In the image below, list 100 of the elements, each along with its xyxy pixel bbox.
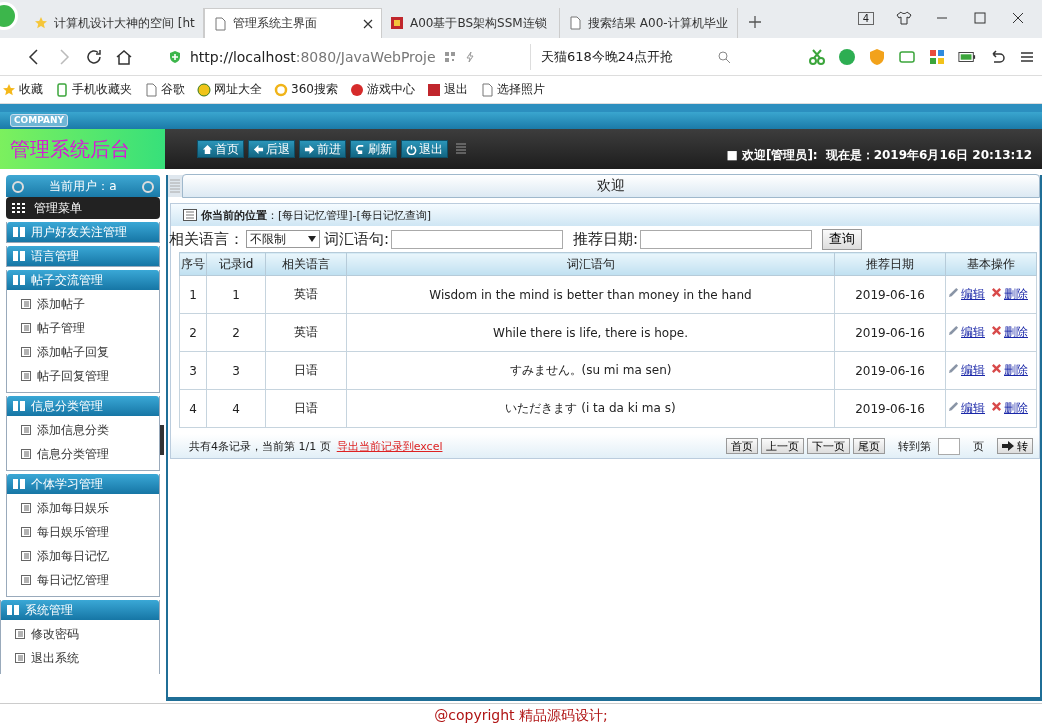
table-cell: 4	[179, 389, 207, 428]
column-header: 记录id	[206, 252, 266, 276]
menu-item[interactable]: 添加每日娱乐	[7, 496, 159, 520]
breadcrumb: 你当前的位置：[每日记忆管理]-[每日记忆查询]	[201, 207, 432, 223]
record-summary: 共有4条记录，当前第 1/1 页	[189, 438, 331, 454]
caret-icon	[308, 236, 316, 242]
bookmark-link[interactable]: 网址大全	[197, 81, 262, 98]
scissors-icon[interactable]	[808, 47, 826, 66]
table-cell: 日语	[265, 389, 347, 428]
nav-button[interactable]: 前进	[299, 140, 346, 158]
table-cell: 英语	[265, 313, 347, 352]
shield-icon	[168, 49, 182, 64]
bookmark-link[interactable]: 手机收藏夹	[55, 81, 132, 98]
action-link[interactable]: 删除	[1004, 287, 1028, 301]
page-input[interactable]	[938, 437, 960, 455]
star-icon	[34, 16, 48, 30]
close-icon[interactable]	[1010, 10, 1026, 26]
lightning-icon[interactable]	[463, 50, 476, 63]
search-field[interactable]: 天猫618今晚24点开抢	[530, 43, 731, 70]
close-icon[interactable]	[363, 18, 373, 29]
bookmark-link[interactable]: 谷歌	[144, 81, 185, 98]
page-unit: 页	[973, 438, 984, 454]
table-cell: 4	[206, 389, 266, 428]
date-input[interactable]	[640, 229, 813, 249]
tab-count[interactable]: 4	[857, 11, 874, 25]
browser-tab[interactable]: 管理系统主界面	[204, 8, 382, 38]
page-icon	[568, 16, 582, 30]
bookmark-link[interactable]: 游戏中心	[349, 81, 415, 98]
menu-group-header[interactable]: 信息分类管理	[7, 396, 159, 416]
table-cell: いただきます (i ta da ki ma s)	[346, 389, 835, 428]
menu-item[interactable]: 添加帖子回复	[7, 340, 159, 364]
company-badge: COMPANY	[10, 114, 68, 127]
system-title: 管理系统后台	[0, 129, 165, 169]
collapse-handle[interactable]	[160, 425, 164, 455]
menu-item[interactable]: 添加信息分类	[7, 418, 159, 442]
menu-group-header[interactable]: 个体学习管理	[7, 474, 159, 494]
menu-item[interactable]: 帖子管理	[7, 316, 159, 340]
action-link[interactable]: 删除	[1004, 401, 1028, 415]
table-cell: 1	[206, 275, 266, 314]
export-link[interactable]: 导出当前记录到excel	[336, 438, 443, 454]
action-link[interactable]: 删除	[1004, 325, 1028, 339]
page-button[interactable]: 下一页	[807, 438, 850, 454]
search-button[interactable]: 查询	[822, 228, 863, 250]
address-field[interactable]: http://localhost:8080/JavaWebProje	[160, 42, 520, 71]
table-cell: 2019-06-16	[834, 313, 946, 352]
bookmark-link[interactable]: 收藏	[2, 81, 43, 98]
nav-button[interactable]: 后退	[248, 140, 295, 158]
column-header: 词汇语句	[346, 252, 835, 276]
document-icon	[21, 347, 31, 357]
table-cell: すみません。(su mi ma sen)	[346, 351, 835, 390]
menu-group-header[interactable]: 系统管理	[1, 600, 159, 620]
menu-item[interactable]: 修改密码	[1, 622, 159, 646]
maximize-icon[interactable]	[972, 10, 988, 26]
action-link[interactable]: 删除	[1004, 363, 1028, 377]
page-button[interactable]: 尾页	[853, 438, 885, 454]
right-arrow-icon	[1002, 441, 1014, 451]
language-select[interactable]: 不限制	[246, 230, 320, 248]
shirt-icon[interactable]	[896, 10, 912, 26]
shield-icon[interactable]	[868, 47, 886, 66]
go-button[interactable]: 转	[997, 438, 1033, 454]
menu-group-header[interactable]: 用户好友关注管理	[7, 222, 159, 242]
bookmark-link[interactable]: 选择照片	[479, 81, 545, 98]
menu-item[interactable]: 每日娱乐管理	[7, 520, 159, 544]
table-cell: 2019-06-16	[834, 351, 946, 390]
action-link[interactable]: 编辑	[961, 325, 985, 339]
page-button[interactable]: 首页	[726, 438, 758, 454]
document-icon	[21, 371, 31, 381]
menu-item[interactable]: 添加每日记忆	[7, 544, 159, 568]
qr-code-icon[interactable]	[443, 50, 456, 63]
document-icon	[21, 299, 31, 309]
menu-item[interactable]: 每日记忆管理	[7, 568, 159, 592]
nav-button[interactable]: 退出	[401, 140, 448, 158]
document-icon	[21, 551, 31, 561]
action-link[interactable]: 编辑	[961, 363, 985, 377]
menu-group-header[interactable]: 语言管理	[7, 246, 159, 266]
phrase-input[interactable]	[391, 229, 564, 249]
menu-item[interactable]: 信息分类管理	[7, 442, 159, 466]
menu-group-header[interactable]: 帖子交流管理	[7, 270, 159, 290]
nav-button[interactable]: 首页	[197, 140, 244, 158]
document-icon	[21, 323, 31, 333]
bookmark-link[interactable]: 退出	[426, 81, 468, 98]
welcome-tab[interactable]: 欢迎	[182, 174, 1040, 198]
new-tab-icon[interactable]	[748, 15, 762, 29]
document-icon	[21, 503, 31, 513]
ring-icon	[274, 82, 288, 97]
menu-item[interactable]: 添加帖子	[7, 292, 159, 316]
action-link[interactable]: 编辑	[961, 401, 985, 415]
page-button[interactable]: 上一页	[761, 438, 804, 454]
page-icon	[144, 82, 158, 97]
nav-button[interactable]: 刷新	[350, 140, 397, 158]
column-header: 序号	[179, 252, 207, 276]
menu-item[interactable]: 退出系统	[1, 646, 159, 670]
table-cell: Wisdom in the mind is better than money in the hand	[346, 275, 835, 314]
menu-title: 管理菜单	[6, 197, 160, 219]
action-link[interactable]: 编辑	[961, 287, 985, 301]
apps-icon[interactable]	[928, 47, 946, 66]
menu-item[interactable]: 帖子回复管理	[7, 364, 159, 388]
search-icon	[717, 49, 731, 64]
table-cell: 1	[179, 275, 207, 314]
bookmark-link[interactable]: 360搜索	[274, 81, 338, 98]
